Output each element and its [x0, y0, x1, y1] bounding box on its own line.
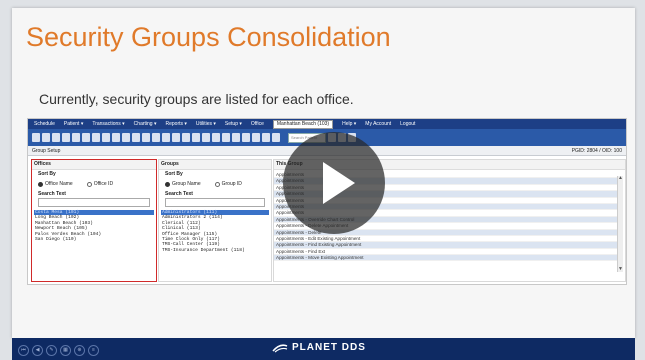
offices-search-input[interactable]: [38, 198, 150, 207]
lookup-icon[interactable]: [192, 133, 200, 142]
play-icon: [323, 162, 355, 204]
menu-setup[interactable]: Setup ▾: [225, 121, 242, 127]
tooth-icon[interactable]: [82, 133, 90, 142]
menu-reports[interactable]: Reports ▾: [165, 121, 186, 127]
offices-panel: Offices Sort By Office Name Office ID Se…: [31, 159, 157, 282]
home-icon[interactable]: [262, 133, 270, 142]
clock-icon[interactable]: [182, 133, 190, 142]
groups-sort-options: Group Name Group ID: [159, 179, 271, 189]
app-menu-bar: Schedule Patient ▾ Transactions ▾ Charti…: [28, 119, 626, 129]
menu-schedule[interactable]: Schedule: [34, 121, 55, 127]
office-id-radio[interactable]: Office ID: [86, 181, 114, 187]
menu-patient[interactable]: Patient ▾: [64, 121, 83, 127]
groups-search-label: Search Text: [165, 191, 193, 197]
screen-icon[interactable]: [212, 133, 220, 142]
scroll-up-icon[interactable]: ▲: [618, 176, 623, 181]
zoom-icon[interactable]: ⊕: [74, 345, 85, 356]
groups-sort-by-label: Sort By: [165, 171, 183, 177]
list-icon[interactable]: [232, 133, 240, 142]
pen-icon[interactable]: ✎: [46, 345, 57, 356]
permissions-scrollbar[interactable]: ▲ ▼: [617, 176, 623, 272]
document-icon[interactable]: [132, 133, 140, 142]
menu-icon[interactable]: ≡: [88, 345, 99, 356]
info-icon[interactable]: [272, 133, 280, 142]
office-id-radio-label: Office ID: [93, 181, 114, 187]
chat-icon[interactable]: [242, 133, 250, 142]
tooth-icon[interactable]: [72, 133, 80, 142]
group-id-radio[interactable]: Group ID: [214, 181, 242, 187]
footer-logo-text: PLANET DDS: [292, 342, 366, 353]
radio-unselected-icon: [86, 181, 92, 187]
player-controls: ⏮ ◀ ✎ ▦ ⊕ ≡: [18, 345, 99, 356]
radio-selected-icon: [165, 181, 170, 187]
group-id-radio-label: Group ID: [221, 181, 242, 187]
grid-icon[interactable]: ▦: [60, 345, 71, 356]
groups-header: Groups: [159, 160, 271, 170]
window-icon[interactable]: [172, 133, 180, 142]
chart-icon[interactable]: [252, 133, 260, 142]
offices-sort-options: Office Name Office ID: [32, 179, 156, 189]
grid-icon[interactable]: [32, 133, 40, 142]
office-name-radio[interactable]: Office Name: [38, 181, 73, 187]
groups-list: Administrators (111) Administrators 2 (1…: [161, 210, 269, 253]
menu-utilities[interactable]: Utilities ▾: [196, 121, 216, 127]
video-footer: ⏮ ◀ ✎ ▦ ⊕ ≡ PLANET DDS: [12, 338, 635, 360]
office-name-radio-label: Office Name: [45, 181, 73, 187]
menu-office-label: Office: [250, 121, 264, 127]
chart-icon[interactable]: [92, 133, 100, 142]
groups-search-input[interactable]: [165, 198, 265, 207]
note-icon[interactable]: [162, 133, 170, 142]
mail-icon[interactable]: [142, 133, 150, 142]
pgid-label: PGID: 2804 / OID: 100: [571, 147, 622, 154]
offices-header: Offices: [32, 160, 156, 170]
planet-dds-logo: PLANET DDS: [272, 342, 366, 353]
offices-sort-by-label: Sort By: [38, 171, 56, 177]
menu-charting[interactable]: Charting ▾: [134, 121, 157, 127]
people-icon[interactable]: [112, 133, 120, 142]
slide-title: Security Groups Consolidation: [26, 22, 391, 52]
list-item[interactable]: San Diego (110): [34, 237, 154, 242]
people-icon[interactable]: [102, 133, 110, 142]
mail-icon[interactable]: [152, 133, 160, 142]
pill-icon[interactable]: [122, 133, 130, 142]
person-icon[interactable]: [52, 133, 60, 142]
slide-subtitle: Currently, security groups are listed fo…: [39, 91, 354, 107]
page-label: Group Setup: [32, 147, 61, 154]
phone-icon[interactable]: [202, 133, 210, 142]
groups-panel: Groups Sort By Group Name Group ID Searc…: [158, 159, 272, 282]
offices-search-label: Search Text: [38, 191, 66, 197]
offices-list: Costa Mesa (101) Long Beach (102) Manhat…: [34, 210, 154, 242]
office-select[interactable]: Manhattan Beach (103): [272, 119, 334, 129]
menu-transactions[interactable]: Transactions ▾: [92, 121, 124, 127]
radio-selected-icon: [38, 181, 43, 187]
list-item[interactable]: TMS-Insurance Department (118): [161, 248, 269, 253]
group-name-radio[interactable]: Group Name: [165, 181, 201, 187]
radio-unselected-icon: [214, 181, 220, 187]
edit-icon[interactable]: [62, 133, 70, 142]
list-item[interactable]: Appointments - Move Existing Appointment: [274, 255, 621, 262]
menu-my-account[interactable]: My Account: [365, 121, 391, 127]
first-slide-icon[interactable]: ⏮: [18, 345, 29, 356]
menu-logout[interactable]: Logout: [400, 121, 415, 127]
gear-icon[interactable]: [222, 133, 230, 142]
play-button[interactable]: [283, 132, 385, 234]
group-name-radio-label: Group Name: [172, 181, 201, 187]
home-icon[interactable]: [42, 133, 50, 142]
previous-icon[interactable]: ◀: [32, 345, 43, 356]
planet-logo-icon: [272, 343, 288, 352]
scroll-down-icon[interactable]: ▼: [618, 267, 623, 272]
menu-help[interactable]: Help ▾: [342, 121, 356, 127]
